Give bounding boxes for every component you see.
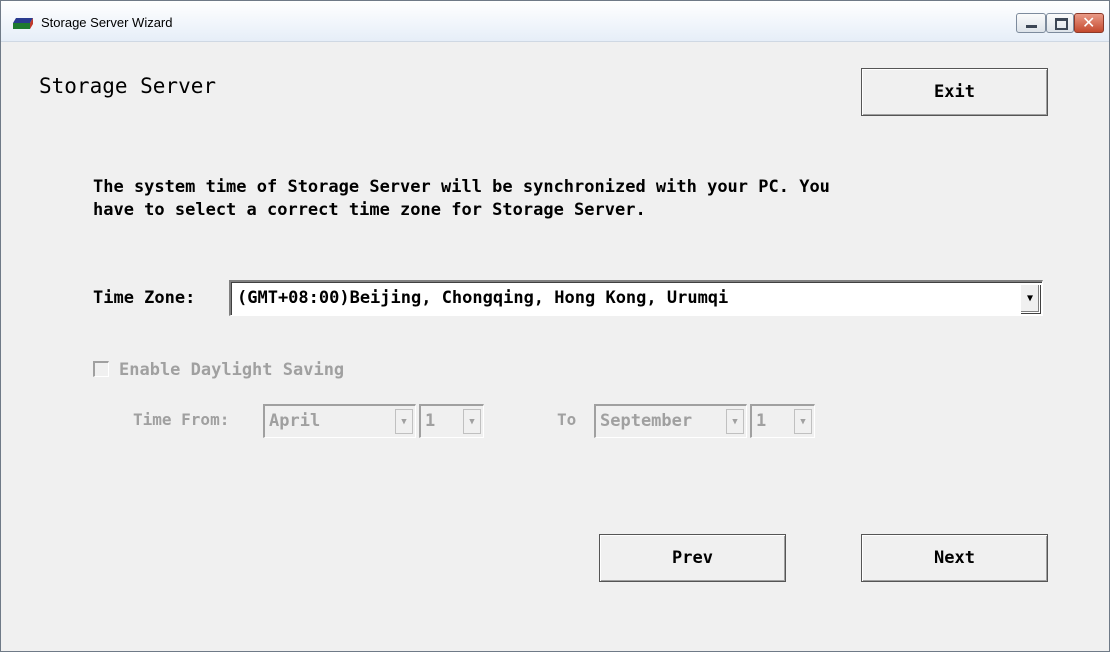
time-zone-label: Time Zone:: [93, 288, 196, 308]
drive-icon: [13, 18, 33, 29]
from-month-value: April: [269, 411, 321, 431]
from-day-select[interactable]: 1 ▼: [419, 404, 484, 438]
description-line: have to select a correct time zone for S…: [93, 200, 646, 220]
maximize-icon: [1055, 18, 1068, 30]
to-month-select[interactable]: September ▼: [594, 404, 747, 438]
minimize-icon: [1026, 25, 1037, 28]
prev-button[interactable]: Prev: [599, 534, 786, 582]
time-zone-select[interactable]: (GMT+08:00)Beijing, Chongqing, Hong Kong…: [229, 280, 1043, 316]
from-month-select[interactable]: April ▼: [263, 404, 416, 438]
maximize-button[interactable]: [1046, 13, 1074, 33]
wizard-window: Storage Server Wizard ✕ Storage Server E…: [0, 0, 1110, 652]
time-zone-value: (GMT+08:00)Beijing, Chongqing, Hong Kong…: [237, 288, 729, 308]
time-from-label: Time From:: [133, 410, 230, 429]
chevron-down-icon[interactable]: ▼: [1020, 284, 1040, 313]
next-button[interactable]: Next: [861, 534, 1048, 582]
description-text: The system time of Storage Server will b…: [93, 176, 1053, 222]
to-day-value: 1: [756, 411, 767, 431]
chevron-down-icon[interactable]: ▼: [726, 409, 744, 434]
description-line: The system time of Storage Server will b…: [93, 177, 830, 197]
to-day-select[interactable]: 1 ▼: [750, 404, 815, 438]
to-label: To: [557, 410, 577, 429]
daylight-saving-checkbox[interactable]: [93, 361, 109, 377]
minimize-button[interactable]: [1016, 13, 1046, 33]
chevron-down-icon[interactable]: ▼: [794, 409, 812, 434]
wizard-content: Storage Server Exit The system time of S…: [1, 42, 1109, 651]
daylight-saving-label: Enable Daylight Saving: [119, 360, 345, 380]
page-title: Storage Server: [39, 74, 217, 98]
from-day-value: 1: [425, 411, 436, 431]
to-month-value: September: [600, 411, 693, 431]
close-icon: ✕: [1082, 13, 1096, 32]
close-button[interactable]: ✕: [1074, 13, 1104, 33]
exit-button[interactable]: Exit: [861, 68, 1048, 116]
window-title: Storage Server Wizard: [41, 15, 173, 30]
chevron-down-icon[interactable]: ▼: [395, 409, 413, 434]
title-bar[interactable]: Storage Server Wizard ✕: [1, 1, 1109, 42]
chevron-down-icon[interactable]: ▼: [463, 409, 481, 434]
